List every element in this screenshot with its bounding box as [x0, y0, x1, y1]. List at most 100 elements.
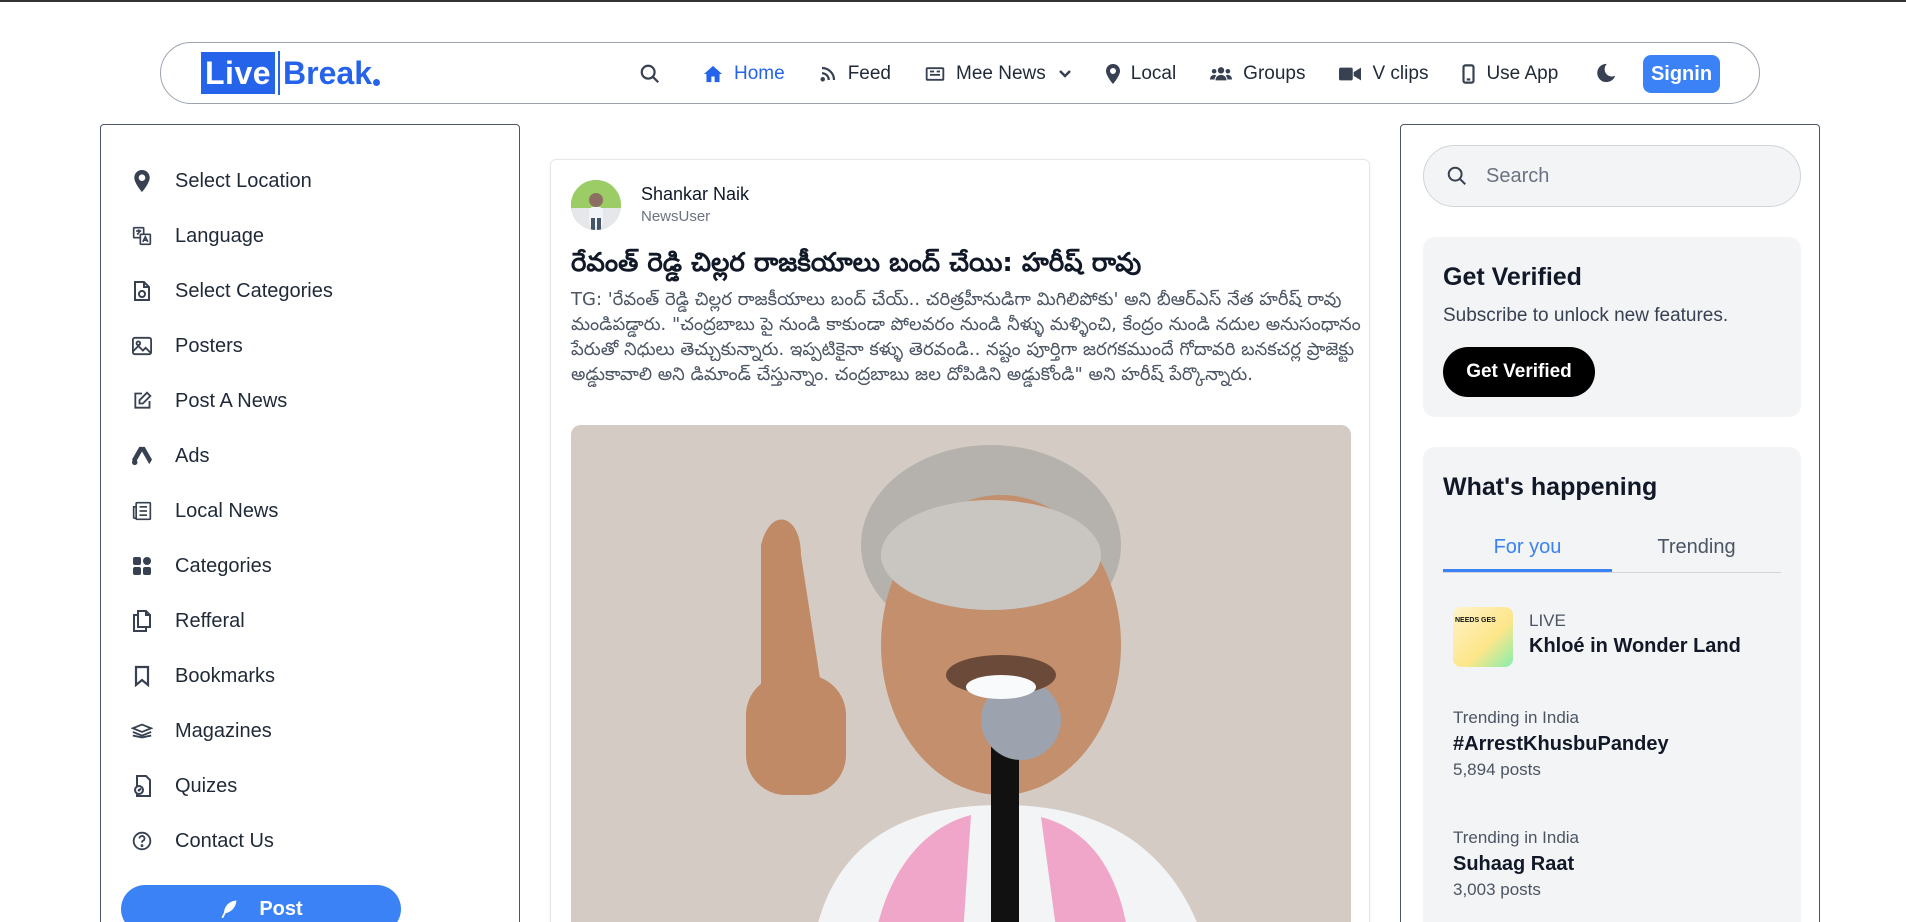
- edit-icon: [131, 390, 153, 412]
- trend-meta: Trending in India: [1453, 828, 1580, 847]
- sidebar-item-posters[interactable]: Posters: [131, 331, 243, 361]
- help-icon: [131, 830, 153, 852]
- sidebar-item-label: Bookmarks: [175, 664, 276, 687]
- layers-icon: [131, 720, 153, 742]
- whats-happening-card: What's happening For you Trending NEEDS …: [1423, 447, 1801, 922]
- sidebar-item-label: Select Location: [175, 169, 312, 192]
- author-role: NewsUser: [641, 208, 711, 225]
- nav-feed-label: Feed: [847, 63, 891, 84]
- live-item[interactable]: NEEDS GES LIVE Khloé in Wonder Land: [1453, 605, 1793, 667]
- sidebar-item-ads[interactable]: Ads: [131, 441, 209, 471]
- trend-item[interactable]: Trending in India #ArrestKhusbuPandey 5,…: [1453, 707, 1783, 781]
- post-body: TG: 'రేవంత్ రెడ్డి చిల్లర రాజకీయాలు బంద్…: [571, 289, 1361, 385]
- right-sidebar: Get Verified Subscribe to unlock new fea…: [1400, 124, 1820, 922]
- sidebar-item-select-location[interactable]: Select Location: [131, 166, 312, 196]
- moon-icon[interactable]: [1595, 62, 1617, 89]
- post-button[interactable]: Post: [121, 885, 401, 922]
- users-icon: [1210, 67, 1233, 81]
- post-button-label: Post: [259, 897, 303, 920]
- signin-button[interactable]: Signin: [1643, 55, 1720, 93]
- file-icon: [131, 280, 153, 302]
- sidebar-item-label: Post A News: [175, 389, 288, 412]
- logo-dot: [372, 78, 380, 86]
- get-verified-card: Get Verified Subscribe to unlock new fea…: [1423, 237, 1801, 417]
- search-icon: [1447, 166, 1466, 185]
- trend-tag: #ArrestKhusbuPandey: [1453, 733, 1669, 755]
- language-icon: [131, 225, 153, 247]
- sidebar-item-label: Local News: [175, 499, 279, 522]
- author-name[interactable]: Shankar Naik: [641, 184, 749, 205]
- sidebar-item-refferal[interactable]: Refferal: [131, 606, 245, 636]
- image-icon: [131, 335, 153, 357]
- newspaper-icon: [925, 67, 945, 81]
- nav-mee-news[interactable]: Mee News: [925, 63, 1072, 85]
- sidebar-item-label: Quizes: [175, 774, 238, 797]
- nav-local[interactable]: Local: [1105, 63, 1176, 85]
- home-icon: [704, 65, 722, 83]
- sidebar-item-language[interactable]: Language: [131, 221, 264, 251]
- sidebar-item-quizes[interactable]: Quizes: [131, 771, 237, 801]
- sidebar-item-bookmarks[interactable]: Bookmarks: [131, 661, 275, 691]
- search-input[interactable]: [1486, 164, 1786, 188]
- sidebar-item-contact-us[interactable]: Contact Us: [131, 826, 274, 856]
- logo-break-text: Break: [283, 55, 372, 91]
- happening-title: What's happening: [1443, 473, 1658, 501]
- nav-use-app[interactable]: Use App: [1462, 63, 1558, 85]
- sidebar-item-label: Select Categories: [175, 279, 333, 302]
- sidebar-item-local-news[interactable]: Local News: [131, 496, 278, 526]
- search-box[interactable]: [1423, 145, 1801, 207]
- nav-home-label: Home: [734, 63, 785, 84]
- ads-icon: [131, 445, 153, 467]
- bookmark-icon: [131, 665, 153, 687]
- tab-for-you[interactable]: For you: [1443, 527, 1612, 572]
- left-sidebar: Select Location Language Select Categori…: [100, 124, 520, 922]
- nav-mee-news-label: Mee News: [956, 63, 1046, 84]
- copy-icon: [131, 610, 153, 632]
- sidebar-item-categories[interactable]: Categories: [131, 551, 272, 581]
- trend-item[interactable]: Trending in India Suhaag Raat 3,003 post…: [1453, 827, 1783, 901]
- feather-icon: [221, 900, 237, 919]
- nav-groups[interactable]: Groups: [1210, 63, 1305, 85]
- logo-separator: [278, 51, 281, 95]
- post-title[interactable]: రేవంత్ రెడ్డి చిల్లర రాజకీయాలు బంద్ చేయి…: [571, 245, 1361, 281]
- sidebar-item-label: Categories: [175, 554, 272, 577]
- sidebar-item-label: Magazines: [175, 719, 272, 742]
- livebreak-logo[interactable]: Live Break: [201, 51, 380, 95]
- quiz-icon: [131, 775, 153, 797]
- live-title: Khloé in Wonder Land: [1529, 635, 1741, 657]
- nav-groups-label: Groups: [1243, 63, 1306, 84]
- rss-icon: [820, 66, 835, 82]
- sidebar-item-magazines[interactable]: Magazines: [131, 716, 272, 746]
- mobile-icon: [1462, 64, 1476, 84]
- sidebar-item-post-a-news[interactable]: Post A News: [131, 386, 287, 416]
- sidebar-item-label: Refferal: [175, 609, 245, 632]
- nav-menu: Home Feed Mee News Local Groups V clips …: [703, 43, 1592, 105]
- sidebar-item-label: Ads: [175, 444, 210, 467]
- newspaper-icon: [131, 500, 153, 522]
- get-verified-button[interactable]: Get Verified: [1443, 347, 1595, 397]
- trend-meta: Trending in India: [1453, 708, 1580, 727]
- nav-vclips-label: V clips: [1372, 63, 1429, 84]
- top-navbar: Live Break Home Feed Mee News Local Grou…: [160, 42, 1760, 104]
- logo-live-text: Live: [201, 52, 276, 94]
- nav-vclips[interactable]: V clips: [1339, 63, 1428, 85]
- happening-tabs: For you Trending: [1443, 527, 1781, 573]
- live-thumb-text: NEEDS GES: [1455, 617, 1496, 624]
- avatar[interactable]: [571, 180, 621, 230]
- nav-use-app-label: Use App: [1486, 63, 1559, 84]
- nav-feed[interactable]: Feed: [819, 63, 891, 85]
- map-pin-icon: [131, 170, 153, 192]
- live-label: LIVE: [1529, 611, 1566, 630]
- window-top-border: [0, 0, 1906, 2]
- news-post-card: Shankar Naik NewsUser రేవంత్ రెడ్డి చిల్…: [550, 159, 1370, 922]
- sidebar-item-label: Contact Us: [175, 829, 274, 852]
- tab-trending[interactable]: Trending: [1612, 527, 1781, 572]
- post-image[interactable]: [571, 425, 1351, 922]
- trend-count: 5,894 posts: [1453, 760, 1541, 779]
- sidebar-item-label: Posters: [175, 334, 243, 357]
- video-icon: [1339, 67, 1362, 81]
- sidebar-item-select-categories[interactable]: Select Categories: [131, 276, 333, 306]
- nav-home[interactable]: Home: [703, 63, 785, 85]
- map-pin-icon: [1105, 64, 1120, 84]
- search-icon[interactable]: [639, 63, 661, 90]
